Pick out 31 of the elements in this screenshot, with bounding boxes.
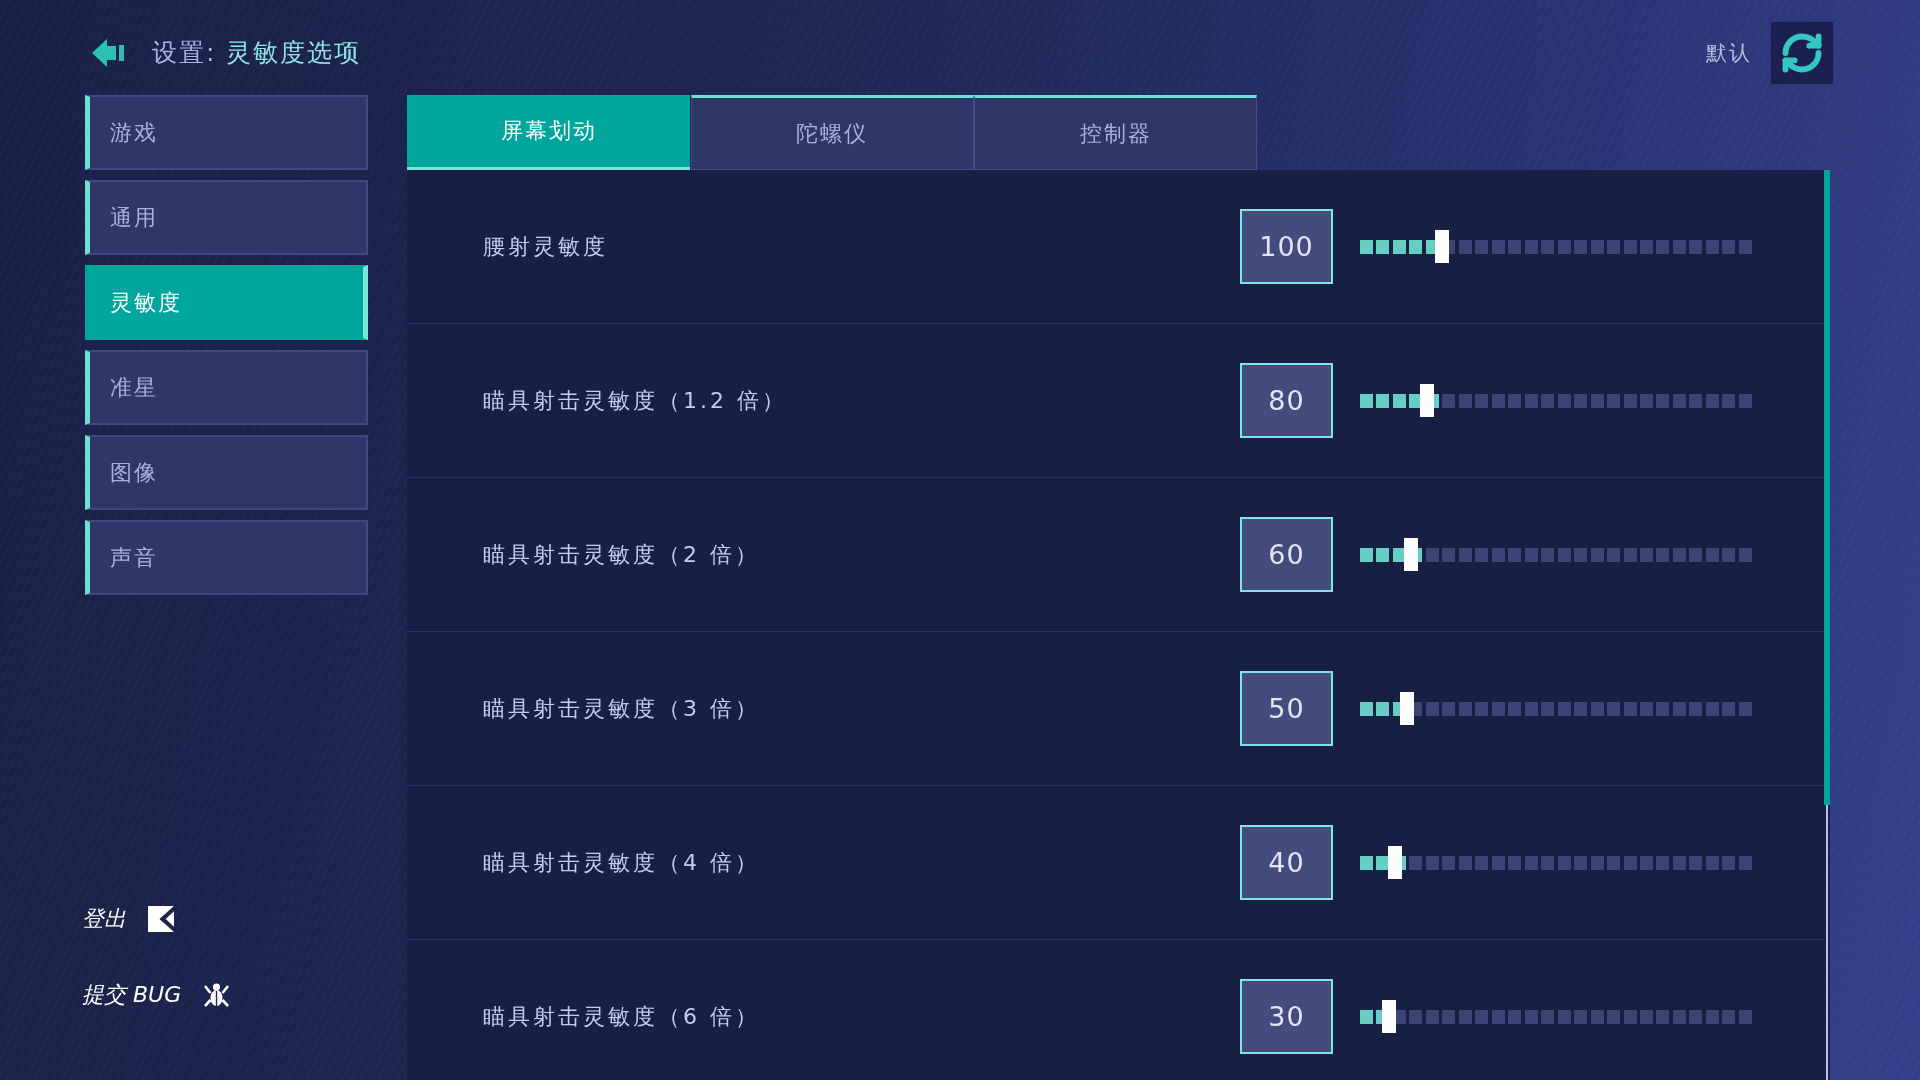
setting-label: 腰射灵敏度 — [483, 232, 609, 261]
sidebar-item[interactable]: 通用 — [85, 180, 368, 255]
back-arrow-icon[interactable] — [92, 37, 126, 68]
scrollbar-thumb[interactable] — [1824, 170, 1830, 805]
default-label: 默认 — [1706, 39, 1752, 67]
sidebar-item[interactable]: 游戏 — [85, 95, 368, 170]
section-label: 设置: — [152, 37, 217, 69]
sidebar-item[interactable]: 灵敏度 — [85, 265, 368, 340]
value-field[interactable]: 80 — [1240, 363, 1333, 438]
refresh-button[interactable] — [1770, 20, 1834, 85]
bug-icon — [203, 983, 231, 1007]
page-title: 灵敏度选项 — [226, 37, 362, 69]
value-field[interactable]: 50 — [1240, 671, 1333, 746]
setting-label: 瞄具射击灵敏度（6 倍） — [483, 1002, 761, 1031]
sidebar-item[interactable]: 图像 — [85, 435, 368, 510]
setting-label: 瞄具射击灵敏度（2 倍） — [483, 540, 761, 569]
value-field[interactable]: 100 — [1240, 209, 1333, 284]
exit-arrow-icon — [148, 906, 174, 932]
sidebar-item[interactable]: 准星 — [85, 350, 368, 425]
tab[interactable]: 屏幕划动 — [407, 95, 690, 170]
setting-label: 瞄具射击灵敏度（3 倍） — [483, 694, 761, 723]
setting-label: 瞄具射击灵敏度（4 倍） — [483, 848, 761, 877]
tab[interactable]: 控制器 — [974, 95, 1257, 170]
setting-label: 瞄具射击灵敏度（1.2 倍） — [483, 386, 788, 415]
sidebar-item[interactable]: 声音 — [85, 520, 368, 595]
value-field[interactable]: 40 — [1240, 825, 1333, 900]
report-bug-button[interactable]: 提交 BUG — [82, 980, 231, 1010]
value-field[interactable]: 30 — [1240, 979, 1333, 1054]
value-field[interactable]: 60 — [1240, 517, 1333, 592]
logout-button[interactable]: 登出 — [82, 904, 174, 934]
tab[interactable]: 陀螺仪 — [690, 95, 974, 170]
